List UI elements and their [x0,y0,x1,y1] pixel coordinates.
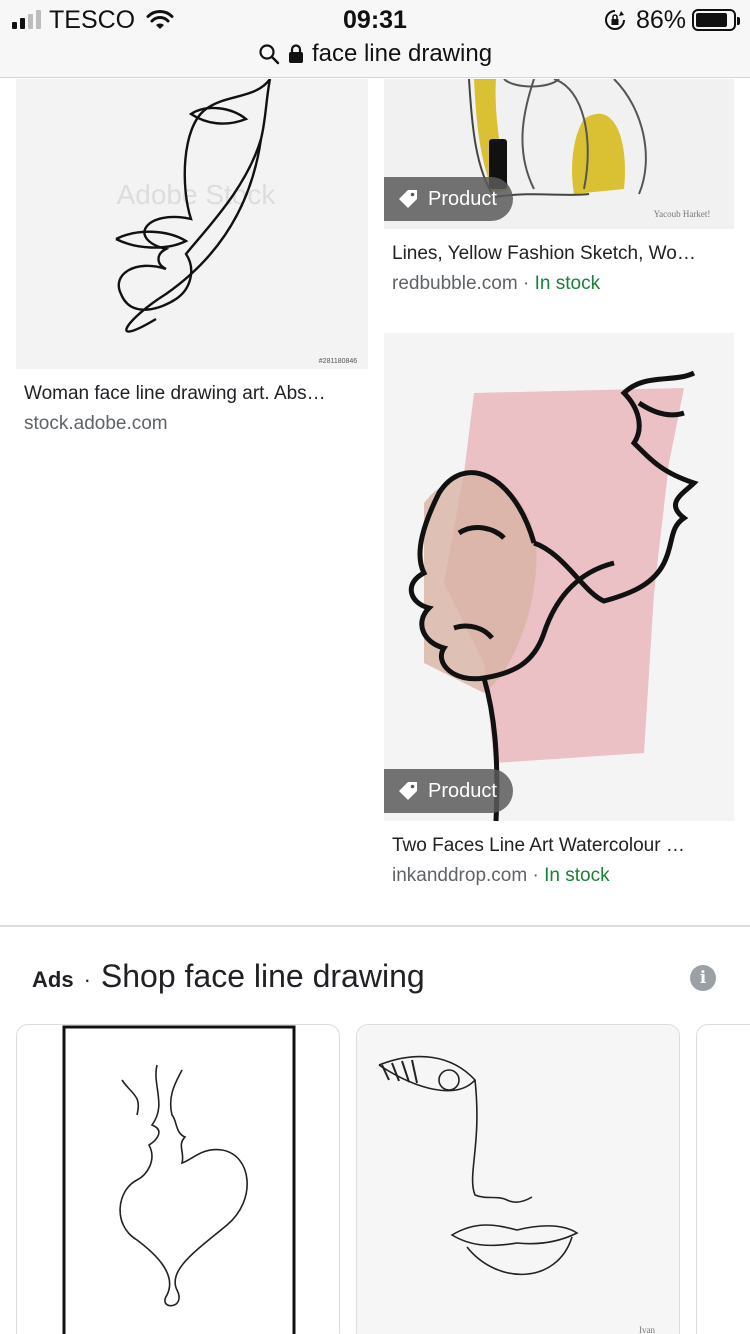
svg-text:Adobe Stock: Adobe Stock [117,179,277,210]
two-faces-watercolour-image [409,370,699,821]
result-source: stock.adobe.com [24,413,168,435]
result-title[interactable]: Lines, Yellow Fashion Sketch, Wo… [392,243,728,265]
battery-percent: 86% [635,5,686,34]
svg-text:#281180846: #281180846 [319,358,358,365]
result-source: redbubble.com · In stock [392,273,600,295]
face-line-art-image: Adobe Stock #281180846 [115,79,358,365]
search-query[interactable]: face line drawing [312,40,492,68]
kissing-faces-print-image [62,1025,296,1334]
ad-product-card[interactable] [16,1024,340,1334]
battery-fill [696,13,727,27]
source-domain: inkanddrop.com [392,865,528,886]
stock-status: In stock [544,865,610,886]
source-separator: · [532,865,539,886]
battery-status: 86% [604,5,740,34]
eye-lips-line-art-image: Ivan [357,1025,679,1334]
info-icon[interactable]: i [690,965,716,991]
ads-title: Shop face line drawing [100,958,425,994]
badge-label: Product [428,779,497,802]
result-title[interactable]: Woman face line drawing art. Abs… [24,383,362,405]
result-title[interactable]: Two Faces Line Art Watercolour … [392,835,728,857]
ads-label: Ads [32,967,74,992]
section-divider [0,925,750,927]
ad-product-card[interactable] [696,1024,750,1334]
tag-icon [399,782,417,800]
badge-label: Product [428,187,497,210]
svg-text:Ivan: Ivan [639,1325,655,1334]
svg-text:Yacoub Harket!: Yacoub Harket! [654,209,711,219]
lock-icon [288,44,303,63]
result-thumbnail[interactable] [384,333,734,821]
status-bar: TESCO 09:31 86% face line drawing [0,0,750,78]
ads-section-header: Ads · Shop face line drawing [32,958,425,995]
ads-separator: · [83,967,91,992]
source-domain: stock.adobe.com [24,413,168,434]
source-separator: · [522,273,530,294]
battery-icon [692,9,740,31]
stock-status: In stock [534,273,601,294]
tag-icon [399,190,417,208]
result-thumbnail[interactable]: Adobe Stock #281180846 [16,79,368,369]
source-domain: redbubble.com [392,273,518,294]
product-badge: Product [384,177,513,221]
result-source: inkanddrop.com · In stock [392,865,610,887]
product-badge: Product [384,769,513,813]
ad-product-card[interactable]: Ivan [356,1024,680,1334]
rotation-lock-icon [604,10,625,30]
address-bar[interactable]: face line drawing [0,40,750,68]
search-icon [259,44,280,65]
